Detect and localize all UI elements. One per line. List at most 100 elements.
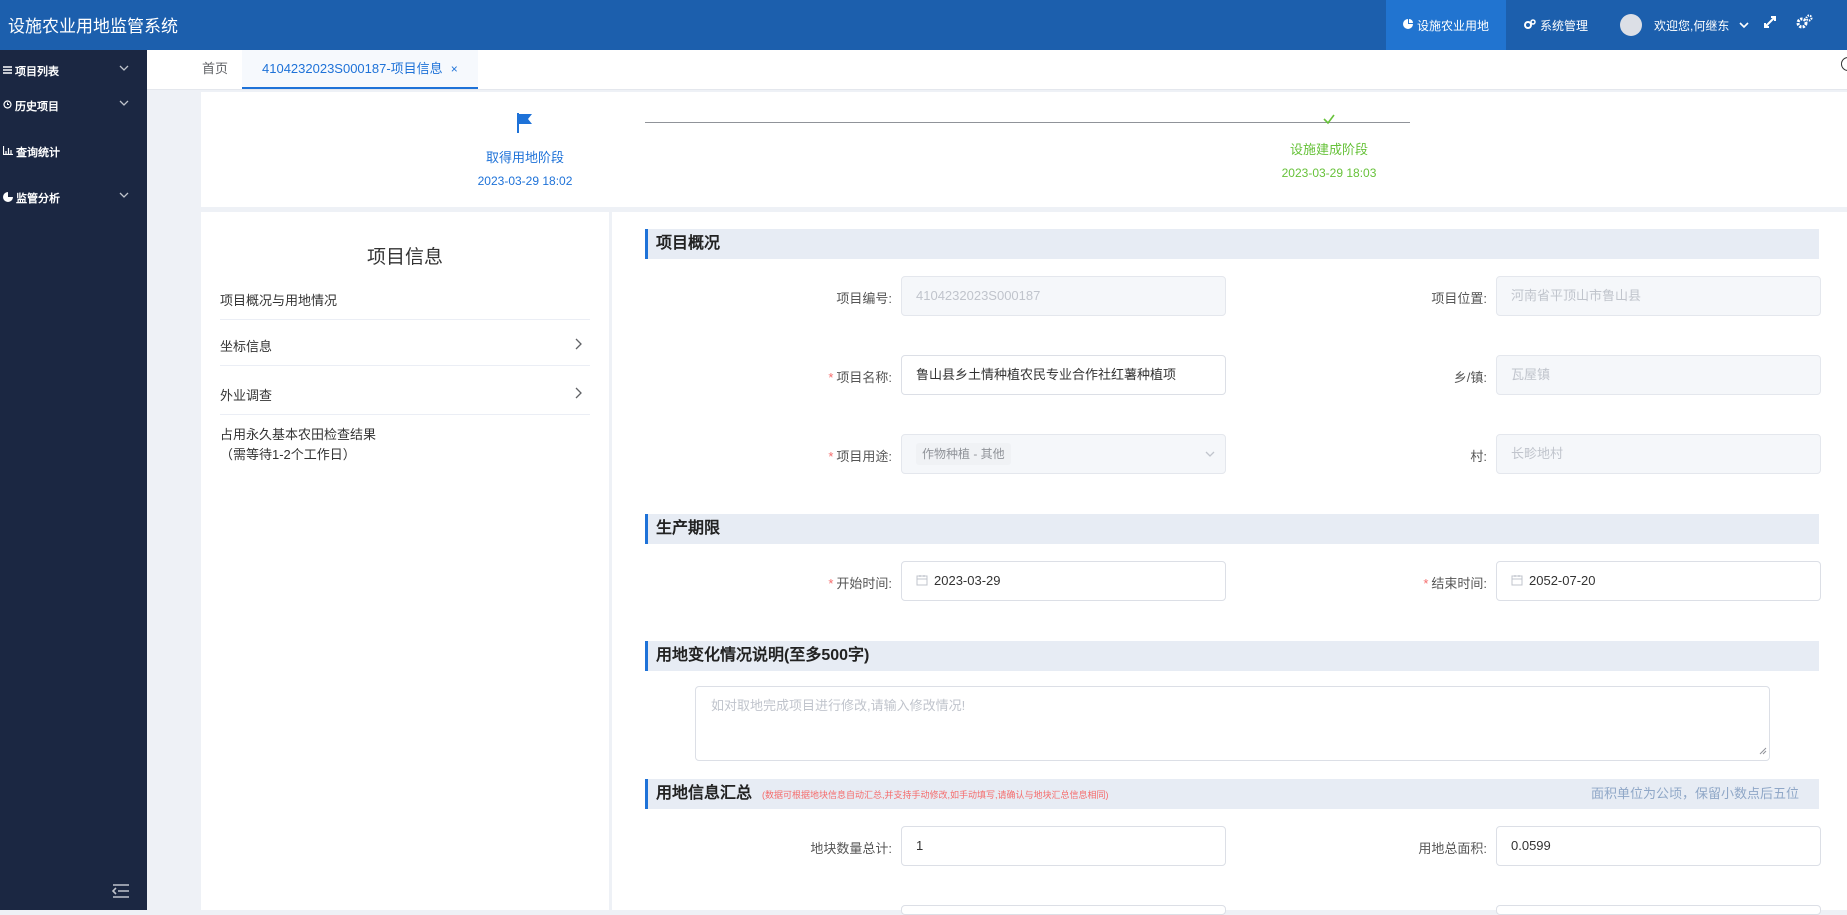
top-header: 设施农业用地监管系统 设施农业用地 系统管理 欢迎您,何继东 <box>0 0 1847 50</box>
chevron-down-icon <box>1205 435 1215 473</box>
end-date-picker[interactable]: 2052-07-20 <box>1496 561 1821 601</box>
summary-title: 用地信息汇总 <box>656 785 753 802</box>
step-label: 设施建成阶段 <box>1289 142 1368 157</box>
tab-bar: 首页 4104232023S000187-项目信息 × <box>147 50 1847 90</box>
project-name-field[interactable]: 鲁山县乡土情种植农民专业合作社红薯种植项 <box>901 355 1226 395</box>
step-label: 取得用地阶段 <box>485 150 564 165</box>
section-change-title: 用地变化情况说明(至多500字) <box>645 641 1819 671</box>
resize-handle-icon[interactable] <box>1759 743 1767 758</box>
search-icon[interactable] <box>1841 57 1847 71</box>
chevron-down-icon <box>119 190 129 202</box>
app-title: 设施农业用地监管系统 <box>8 17 178 36</box>
village-field[interactable]: 长畛地村 <box>1496 434 1821 474</box>
required-mark: * <box>1423 576 1429 591</box>
required-mark: * <box>828 449 834 464</box>
bar-chart-icon <box>2 146 13 158</box>
sidebar-item-supervision[interactable]: 监管分析 <box>3 190 129 206</box>
nav-item-label: 外业调查 <box>220 388 273 403</box>
nav-item-label: 占用永久基本农田检查结果 <box>220 427 377 442</box>
sidebar-item-query-stats[interactable]: 查询统计 <box>2 144 129 160</box>
nav-system-management[interactable]: 系统管理 <box>1524 0 1588 50</box>
start-date-label: * 开始时间: <box>828 576 892 591</box>
sidebar-item-history[interactable]: 历史项目 <box>3 98 129 114</box>
tab-project-info[interactable]: 4104232023S000187-项目信息 × <box>242 50 478 89</box>
close-icon[interactable]: × <box>451 62 458 76</box>
sidebar-item-label: 查询统计 <box>16 147 60 159</box>
sidebar-item-label: 历史项目 <box>15 101 59 113</box>
flag-icon <box>516 113 534 137</box>
chevron-down-icon <box>1739 18 1749 32</box>
chevron-right-icon <box>575 338 582 353</box>
end-date-value: 2052-07-20 <box>1529 573 1596 588</box>
summary-note: (数据可根据地块信息自动汇总,并支持手动修改,如手动填写,请确认与地块汇总信息相… <box>762 790 1109 800</box>
next-row-field[interactable] <box>901 905 1226 915</box>
check-icon <box>1322 113 1336 129</box>
required-mark: * <box>828 576 834 591</box>
tab-project-info-label: 4104232023S000187-项目信息 <box>262 61 443 76</box>
project-info-nav: 项目信息 项目概况与用地情况 坐标信息 外业调查 占用永久基本农田检查结果 （需… <box>201 212 609 910</box>
section-period-title: 生产期限 <box>645 514 1819 544</box>
chevron-down-icon <box>119 63 129 75</box>
nav-item-farmland-check[interactable]: 占用永久基本农田检查结果 （需等待1-2个工作日） <box>220 425 590 475</box>
menu-lines-icon <box>3 65 12 77</box>
section-overview-title: 项目概况 <box>645 229 1819 259</box>
change-description-textarea[interactable]: 如对取地完成项目进行修改,请输入修改情况! <box>695 686 1770 761</box>
location-field[interactable]: 河南省平顶山市鲁山县 <box>1496 276 1821 316</box>
plot-count-field[interactable]: 1 <box>901 826 1226 866</box>
tab-home[interactable]: 首页 <box>192 50 238 90</box>
start-date-picker[interactable]: 2023-03-29 <box>901 561 1226 601</box>
total-area-field[interactable]: 0.0599 <box>1496 826 1821 866</box>
nav-item-sublabel: （需等待1-2个工作日） <box>220 447 356 462</box>
nav-facility-land-label: 设施农业用地 <box>1416 18 1489 33</box>
textarea-placeholder: 如对取地完成项目进行修改,请输入修改情况! <box>711 698 966 713</box>
gears-icon <box>1524 18 1536 32</box>
collapse-menu-icon[interactable] <box>111 883 130 902</box>
town-field[interactable]: 瓦屋镇 <box>1496 355 1821 395</box>
step-time: 2023-03-29 18:03 <box>1281 166 1377 180</box>
stage-progress: 取得用地阶段 2023-03-29 18:02 设施建成阶段 2023-03-2… <box>201 92 1847 207</box>
avatar <box>1620 14 1642 36</box>
total-area-label: 用地总面积: <box>1418 841 1487 856</box>
project-name-label: * 项目名称: <box>828 370 892 385</box>
user-greeting: 欢迎您,何继东 <box>1654 18 1730 33</box>
chevron-right-icon <box>575 387 582 402</box>
project-usage-label: * 项目用途: <box>828 449 892 464</box>
project-usage-select[interactable]: 作物种植 - 其他 <box>901 434 1226 474</box>
area-unit-note: 面积单位为公顷，保留小数点后五位 <box>1590 786 1799 801</box>
nav-item-label: 项目概况与用地情况 <box>220 293 338 308</box>
sidebar-item-label: 项目列表 <box>15 66 59 78</box>
usage-tag: 作物种植 - 其他 <box>916 443 1011 465</box>
nav-item-coordinates[interactable]: 坐标信息 <box>220 336 590 366</box>
start-date-value: 2023-03-29 <box>934 573 1001 588</box>
nav-item-field-survey[interactable]: 外业调查 <box>220 385 590 415</box>
next-row-field[interactable] <box>1496 905 1821 915</box>
nav-item-label: 坐标信息 <box>220 339 273 354</box>
section-summary-title: 用地信息汇总 (数据可根据地块信息自动汇总,并支持手动修改,如手动填写,请确认与地… <box>645 779 1819 809</box>
project-form: 项目概况 项目编号: 4104232023S000187 项目位置: 河南省平顶… <box>612 212 1847 915</box>
location-label: 项目位置: <box>1431 291 1487 306</box>
village-label: 村: <box>1470 449 1487 464</box>
required-mark: * <box>828 370 834 385</box>
step-facility-built: 设施建成阶段 2023-03-29 18:03 <box>1229 112 1429 180</box>
sidebar: 项目列表 历史项目 查询统计 监管分析 <box>0 50 147 910</box>
user-menu[interactable]: 欢迎您,何继东 <box>1620 0 1749 50</box>
sidebar-item-project-list[interactable]: 项目列表 <box>3 63 129 79</box>
nav-system-management-label: 系统管理 <box>1540 18 1589 33</box>
pie-chart-icon <box>1402 18 1413 32</box>
chevron-down-icon <box>119 98 129 110</box>
project-no-field[interactable]: 4104232023S000187 <box>901 276 1226 316</box>
fullscreen-icon[interactable] <box>1762 14 1778 33</box>
plot-count-label: 地块数量总计: <box>810 841 892 856</box>
step-time: 2023-03-29 18:02 <box>477 174 573 188</box>
calendar-icon <box>916 563 928 600</box>
town-label: 乡/镇: <box>1453 370 1487 385</box>
step-acquire-land: 取得用地阶段 2023-03-29 18:02 <box>425 112 625 188</box>
nav-item-overview[interactable]: 项目概况与用地情况 <box>220 290 590 320</box>
project-no-label: 项目编号: <box>836 291 892 306</box>
nav-facility-land[interactable]: 设施农业用地 <box>1386 0 1506 50</box>
panel-title: 项目信息 <box>366 247 443 268</box>
history-icon <box>3 100 12 112</box>
settings-icon[interactable] <box>1795 13 1813 34</box>
sidebar-item-label: 监管分析 <box>16 193 60 205</box>
pie-chart-icon <box>3 191 13 205</box>
